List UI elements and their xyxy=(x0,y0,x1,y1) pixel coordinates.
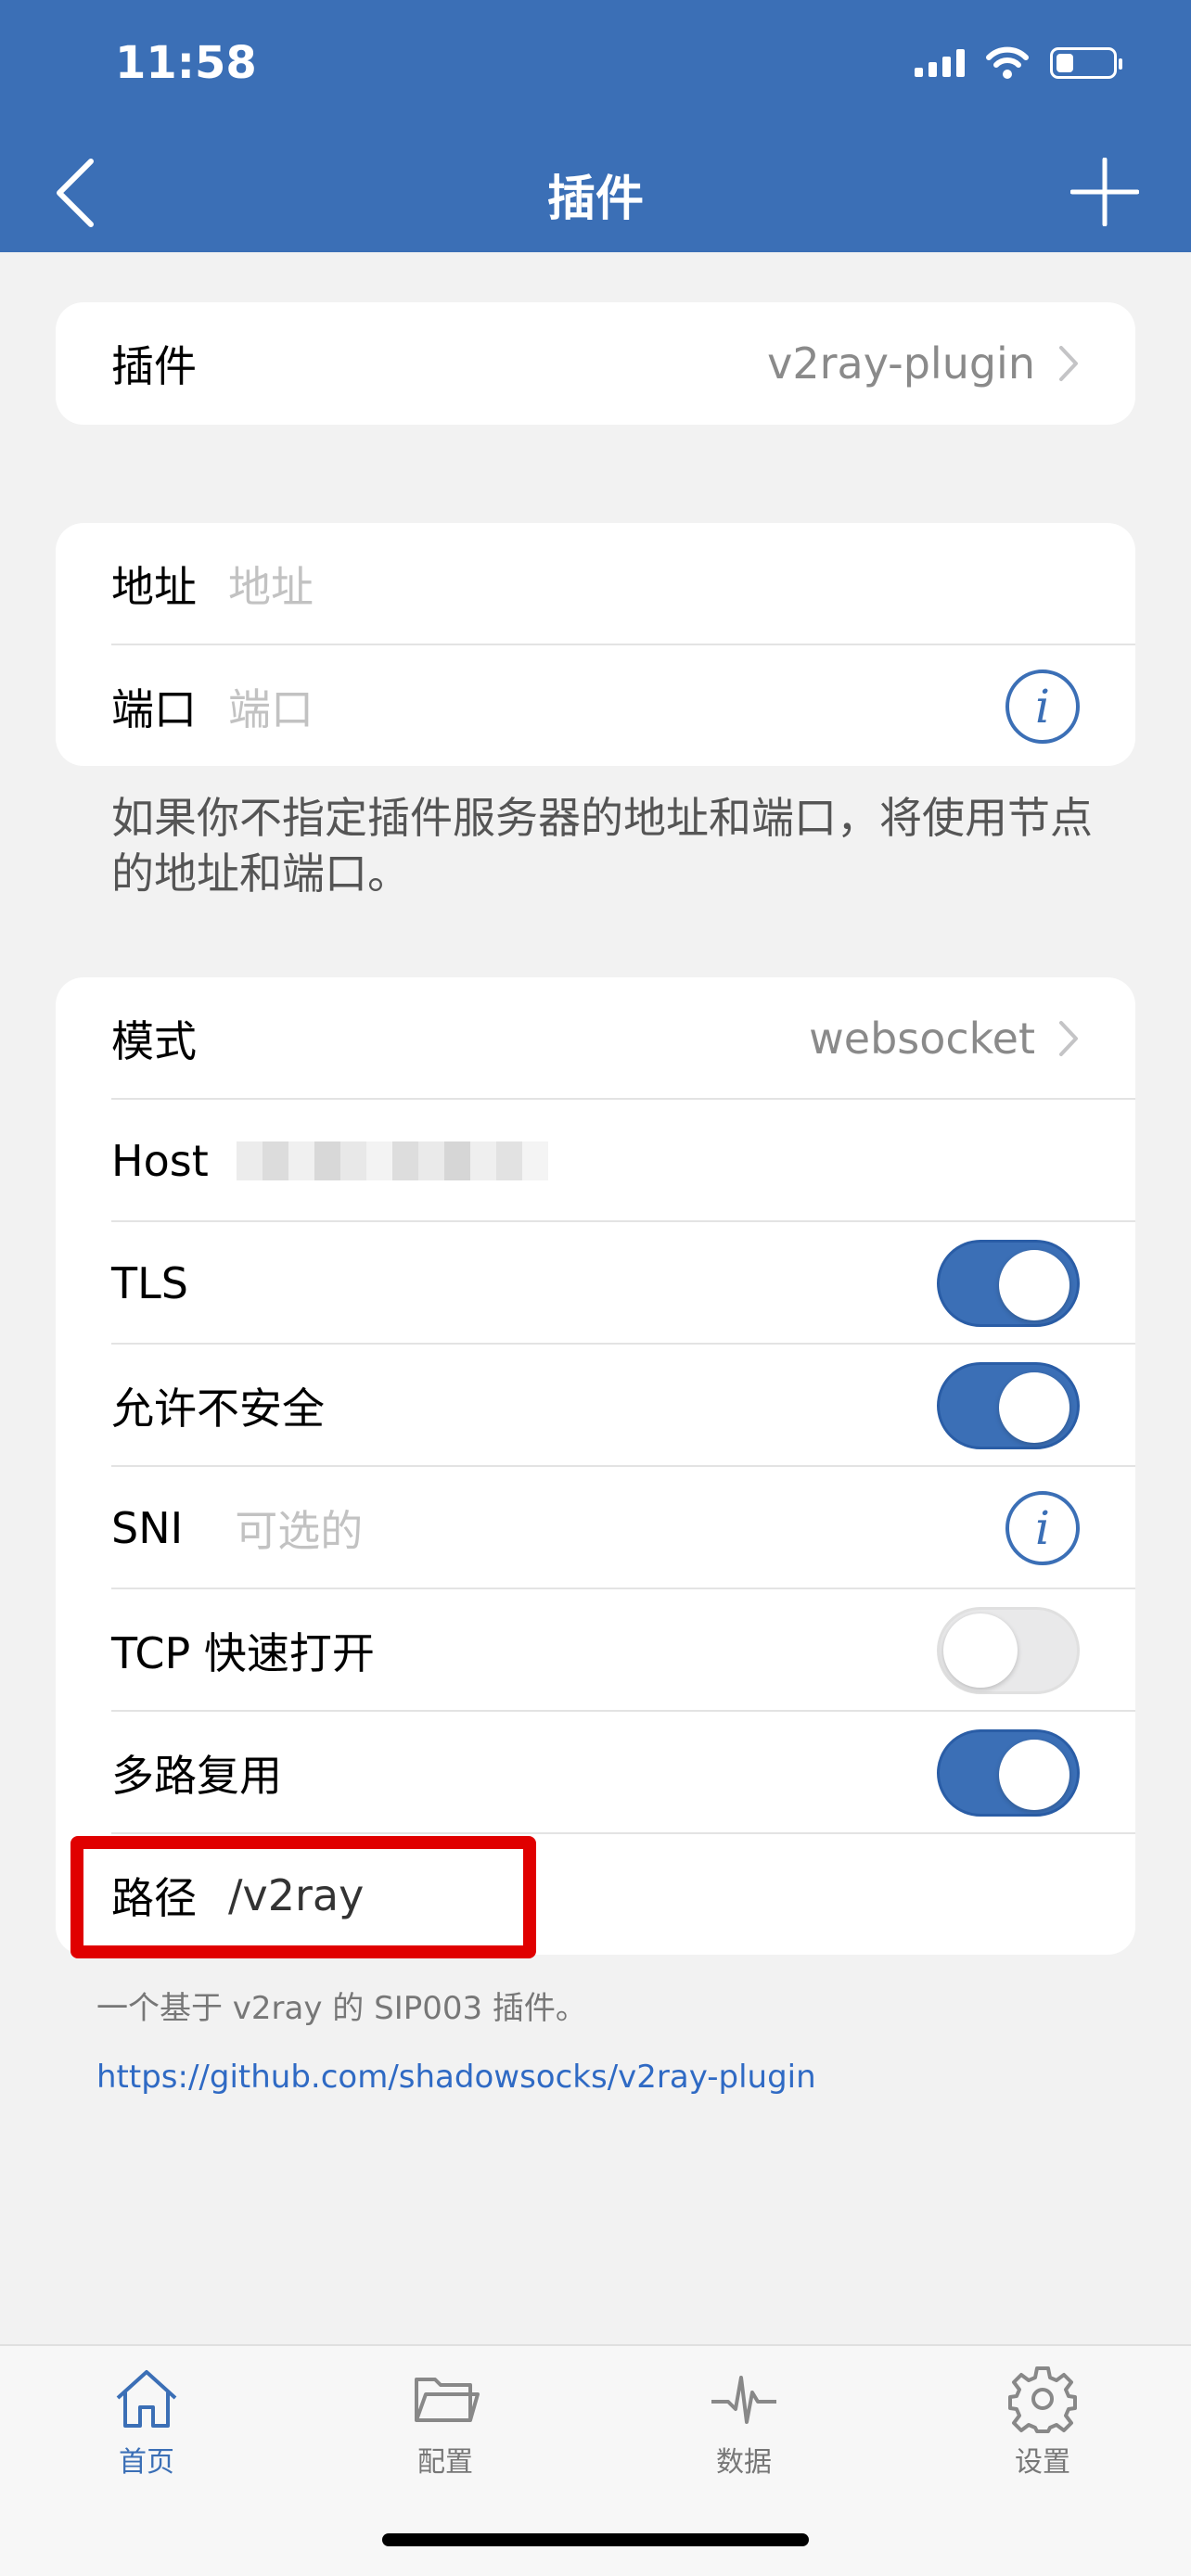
add-button[interactable] xyxy=(1070,158,1139,226)
pulse-icon xyxy=(711,2376,776,2424)
tab-config-label: 配置 xyxy=(417,2446,473,2479)
address-label: 地址 xyxy=(111,562,197,612)
folder-icon xyxy=(415,2378,480,2422)
port-row: 端口 端口 i xyxy=(56,645,1135,768)
path-highlight-box xyxy=(70,1836,536,1958)
cellular-signal-icon xyxy=(915,49,965,77)
sni-label: SNI xyxy=(111,1503,184,1553)
port-input[interactable]: 端口 xyxy=(228,676,314,737)
sni-row: SNI 可选的 i xyxy=(56,1467,1135,1589)
tab-settings-label: 设置 xyxy=(1015,2446,1070,2479)
plugin-label: 插件 xyxy=(111,341,197,391)
tls-toggle[interactable] xyxy=(937,1240,1080,1327)
wifi-icon xyxy=(986,46,1029,79)
mode-value: websocket xyxy=(809,1014,1035,1064)
info-icon[interactable]: i xyxy=(1005,1491,1080,1565)
allow-insecure-toggle[interactable] xyxy=(937,1362,1080,1449)
plugin-repo-link[interactable]: https://github.com/shadowsocks/v2ray-plu… xyxy=(96,2059,816,2096)
options-card: 模式 websocket Host TLS 允许不安全 SNI 可选的 i TC… xyxy=(56,977,1135,1955)
server-note: 如果你不指定插件服务器的地址和端口，将使用节点的地址和端口。 xyxy=(111,793,1093,899)
plugin-description: 一个基于 v2ray 的 SIP003 插件。 xyxy=(96,1990,587,2027)
plugin-card: 插件 v2ray-plugin xyxy=(56,302,1135,425)
tls-row: TLS xyxy=(56,1222,1135,1345)
tls-label: TLS xyxy=(111,1258,188,1308)
host-row: Host xyxy=(56,1100,1135,1222)
host-input-redacted[interactable] xyxy=(236,1141,548,1180)
tab-config[interactable]: 配置 xyxy=(362,2365,529,2480)
info-icon[interactable]: i xyxy=(1005,670,1080,744)
battery-icon xyxy=(1050,47,1122,79)
allow-insecure-label: 允许不安全 xyxy=(111,1384,325,1434)
mux-row: 多路复用 xyxy=(56,1712,1135,1834)
tab-data[interactable]: 数据 xyxy=(660,2365,827,2480)
mode-label: 模式 xyxy=(111,1016,197,1066)
chevron-right-icon xyxy=(1059,346,1078,381)
mode-row[interactable]: 模式 websocket xyxy=(56,977,1135,1100)
tcp-fast-open-label: TCP 快速打开 xyxy=(111,1628,375,1678)
plugin-value: v2ray-plugin xyxy=(767,338,1035,389)
tcp-fast-open-row: TCP 快速打开 xyxy=(56,1589,1135,1712)
tab-home-label: 首页 xyxy=(119,2446,174,2479)
host-label: Host xyxy=(111,1136,209,1186)
port-label: 端口 xyxy=(111,684,197,734)
navigation-header: 11:58 插件 xyxy=(0,0,1191,252)
server-card: 地址 地址 端口 端口 i xyxy=(56,523,1135,766)
home-indicator xyxy=(382,2533,809,2546)
tab-settings[interactable]: 设置 xyxy=(959,2365,1126,2480)
home-icon xyxy=(116,2370,177,2428)
sni-input[interactable]: 可选的 xyxy=(235,1498,363,1559)
tcp-fast-open-toggle[interactable] xyxy=(937,1607,1080,1694)
allow-insecure-row: 允许不安全 xyxy=(56,1345,1135,1467)
chevron-right-icon xyxy=(1059,1021,1078,1056)
status-time: 11:58 xyxy=(115,37,257,89)
address-input[interactable]: 地址 xyxy=(228,554,314,615)
status-icons xyxy=(915,46,1122,80)
mux-label: 多路复用 xyxy=(111,1751,282,1801)
tab-data-label: 数据 xyxy=(716,2446,772,2479)
page-title: 插件 xyxy=(546,172,644,227)
address-row: 地址 地址 xyxy=(56,523,1135,645)
tab-home[interactable]: 首页 xyxy=(63,2365,230,2480)
mux-toggle[interactable] xyxy=(937,1729,1080,1817)
plugin-row[interactable]: 插件 v2ray-plugin xyxy=(56,302,1135,425)
gear-icon xyxy=(1008,2366,1077,2433)
